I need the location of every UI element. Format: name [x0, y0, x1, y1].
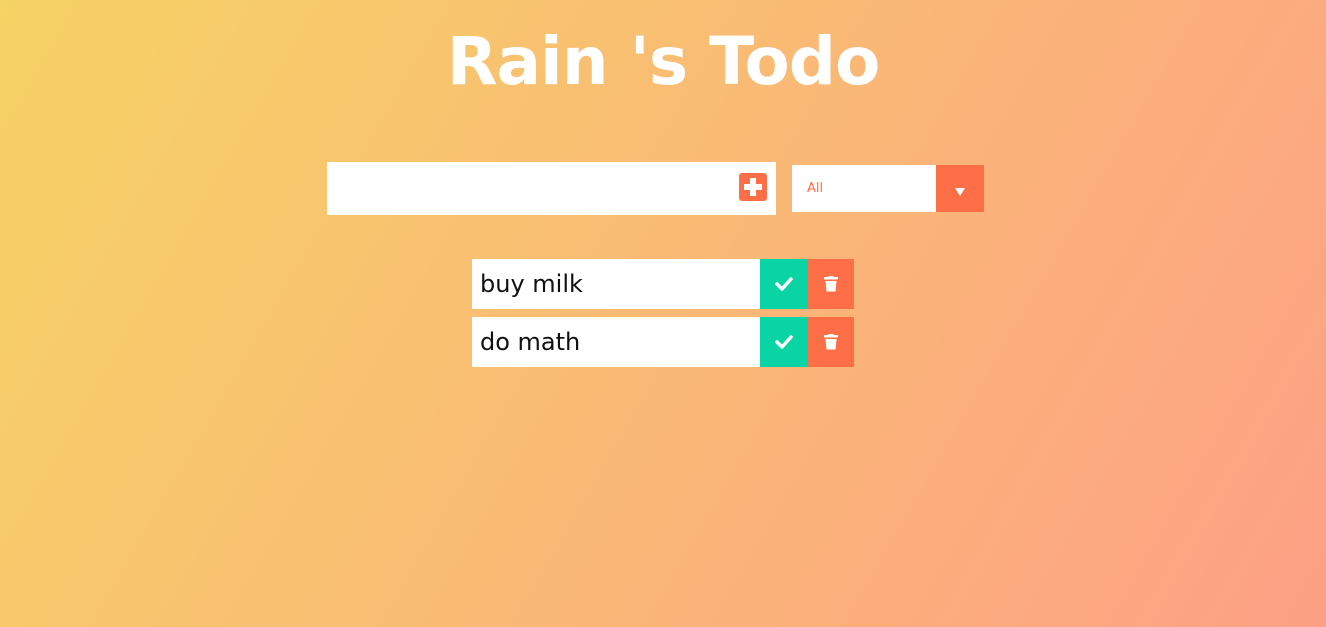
add-todo-button[interactable] — [739, 173, 767, 201]
filter-select[interactable]: All — [792, 165, 984, 212]
trash-icon — [824, 334, 838, 350]
todo-text: buy milk — [472, 259, 760, 309]
todo-input-container — [327, 162, 776, 215]
filter-dropdown-button[interactable] — [936, 165, 984, 212]
todo-input[interactable] — [327, 162, 727, 215]
complete-button[interactable] — [760, 259, 808, 309]
todo-text: do math — [472, 317, 760, 367]
check-icon — [775, 335, 793, 349]
delete-button[interactable] — [808, 317, 854, 367]
complete-button[interactable] — [760, 317, 808, 367]
todo-list: buy milk do math — [472, 259, 854, 375]
todo-item: buy milk — [472, 259, 854, 309]
filter-selected-value: All — [807, 181, 824, 196]
check-icon — [775, 277, 793, 291]
page-title: Rain 's Todo — [446, 23, 881, 100]
caret-down-icon — [955, 188, 965, 196]
todo-item: do math — [472, 317, 854, 367]
plus-square-icon — [744, 178, 762, 196]
trash-icon — [824, 276, 838, 292]
delete-button[interactable] — [808, 259, 854, 309]
